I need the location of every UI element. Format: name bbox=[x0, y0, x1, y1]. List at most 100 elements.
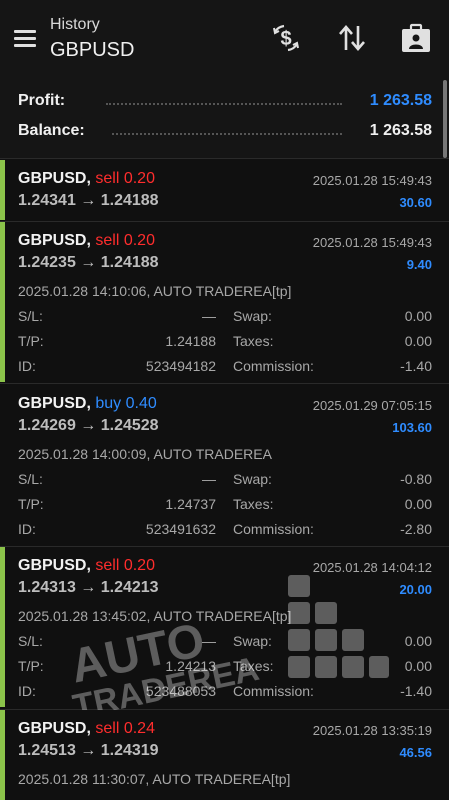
deal-side: sell bbox=[95, 170, 120, 187]
deal-volume: 0.20 bbox=[123, 170, 155, 187]
swap-label: Swap: bbox=[233, 308, 272, 324]
deal-symbol: GBPUSD, bbox=[18, 232, 91, 249]
deal-volume: 0.40 bbox=[125, 395, 157, 412]
header-subtitle: History bbox=[50, 16, 100, 33]
deal-symbol: GBPUSD, bbox=[18, 170, 91, 187]
swap-value: -0.80 bbox=[400, 471, 432, 487]
taxes-label: Taxes: bbox=[233, 496, 274, 512]
deal-comment: 2025.01.28 14:10:06, AUTO TRADEREA[tp] bbox=[18, 283, 292, 299]
tp-value: 1.24213 bbox=[165, 658, 216, 674]
sl-label: S/L: bbox=[18, 471, 43, 487]
deal-profit: 9.40 bbox=[406, 257, 432, 272]
balance-label: Balance: bbox=[18, 122, 85, 139]
taxes-value: 0.00 bbox=[404, 333, 432, 349]
tp-value: 1.24737 bbox=[165, 496, 216, 512]
deal-time: 2025.01.28 15:49:43 bbox=[312, 173, 432, 188]
sl-value: — bbox=[202, 308, 216, 324]
commission-value: -1.40 bbox=[400, 683, 432, 699]
id-value: 523488053 bbox=[145, 683, 216, 699]
deal-prices: 1.24313 → 1.24213 bbox=[18, 579, 159, 596]
deal-profit: 20.00 bbox=[399, 582, 432, 597]
commission-value: -1.40 bbox=[400, 358, 432, 374]
deal-side: buy bbox=[95, 395, 122, 412]
deal-prices: 1.24341 → 1.24188 bbox=[18, 192, 159, 209]
deal-time: 2025.01.28 14:04:12 bbox=[312, 560, 432, 575]
deal-symbol: GBPUSD, bbox=[18, 395, 91, 412]
id-label: ID: bbox=[18, 521, 36, 537]
deal-title: GBPUSD, sell 0.20 bbox=[18, 232, 155, 250]
taxes-label: Taxes: bbox=[233, 333, 274, 349]
deal-profit: 46.56 bbox=[399, 745, 432, 760]
deal-row[interactable]: GBPUSD, sell 0.20 1.24313 → 1.24213 2025… bbox=[0, 547, 449, 707]
deal-symbol: GBPUSD, bbox=[18, 557, 91, 574]
dotted-leader bbox=[106, 103, 342, 105]
deal-title: GBPUSD, sell 0.20 bbox=[18, 557, 155, 575]
swap-value: 0.00 bbox=[404, 308, 432, 324]
tp-label: T/P: bbox=[18, 496, 44, 512]
id-label: ID: bbox=[18, 683, 36, 699]
menu-icon[interactable] bbox=[14, 30, 36, 48]
deal-comment: 2025.01.28 11:30:07, AUTO TRADEREA[tp] bbox=[18, 771, 291, 787]
sl-value: — bbox=[202, 633, 216, 649]
svg-text:$: $ bbox=[280, 28, 291, 50]
commission-label: Commission: bbox=[233, 683, 314, 699]
sort-icon[interactable] bbox=[336, 22, 368, 54]
deal-side: sell bbox=[95, 232, 120, 249]
deal-row[interactable]: GBPUSD, sell 0.24 1.24513 → 1.24319 2025… bbox=[0, 710, 449, 800]
balance-row: Balance: 1 263.58 bbox=[18, 120, 432, 144]
swap-label: Swap: bbox=[233, 471, 272, 487]
currency-exchange-icon[interactable]: $ bbox=[270, 22, 302, 54]
taxes-value: 0.00 bbox=[404, 496, 432, 512]
tp-value: 1.24188 bbox=[165, 333, 216, 349]
deal-status-bar bbox=[0, 547, 5, 707]
tp-label: T/P: bbox=[18, 333, 44, 349]
id-label: ID: bbox=[18, 358, 36, 374]
deal-volume: 0.20 bbox=[123, 232, 155, 249]
deal-title: GBPUSD, sell 0.20 bbox=[18, 170, 155, 188]
deal-volume: 0.24 bbox=[123, 720, 155, 737]
taxes-label: Taxes: bbox=[233, 658, 274, 674]
commission-label: Commission: bbox=[233, 521, 314, 537]
deal-time: 2025.01.28 15:49:43 bbox=[312, 235, 432, 250]
sl-label: S/L: bbox=[18, 308, 43, 324]
dotted-leader bbox=[112, 133, 342, 135]
deal-volume: 0.20 bbox=[123, 557, 155, 574]
deal-status-bar bbox=[0, 710, 5, 800]
deal-time: 2025.01.29 07:05:15 bbox=[312, 398, 432, 413]
deal-profit: 103.60 bbox=[392, 420, 432, 435]
id-value: 523494182 bbox=[145, 358, 216, 374]
deal-prices: 1.24513 → 1.24319 bbox=[18, 742, 159, 759]
app-header: History GBPUSD $ bbox=[0, 0, 449, 80]
account-summary: Profit: 1 263.58 Balance: 1 263.58 bbox=[0, 80, 449, 158]
header-title: GBPUSD bbox=[50, 39, 135, 61]
deal-prices: 1.24269 → 1.24528 bbox=[18, 417, 159, 434]
profit-value: 1 263.58 bbox=[369, 92, 432, 109]
deal-symbol: GBPUSD, bbox=[18, 720, 91, 737]
tp-label: T/P: bbox=[18, 658, 44, 674]
deal-status-bar bbox=[0, 222, 5, 382]
deal-status-bar bbox=[0, 160, 5, 220]
profit-label: Profit: bbox=[18, 92, 66, 109]
deal-comment: 2025.01.28 14:00:09, AUTO TRADEREA bbox=[18, 446, 272, 462]
sl-value: — bbox=[202, 471, 216, 487]
deal-row[interactable]: GBPUSD, buy 0.40 1.24269 → 1.24528 2025.… bbox=[0, 385, 449, 545]
balance-value: 1 263.58 bbox=[369, 122, 432, 139]
taxes-value: 0.00 bbox=[404, 658, 432, 674]
divider bbox=[0, 158, 449, 159]
briefcase-icon[interactable] bbox=[400, 22, 432, 54]
commission-value: -2.80 bbox=[400, 521, 432, 537]
swap-label: Swap: bbox=[233, 633, 272, 649]
scrollbar[interactable] bbox=[443, 80, 447, 158]
profit-row: Profit: 1 263.58 bbox=[18, 90, 432, 114]
deal-row[interactable]: GBPUSD, sell 0.20 1.24341 → 1.24188 2025… bbox=[0, 160, 449, 220]
deal-comment: 2025.01.28 13:45:02, AUTO TRADEREA[tp] bbox=[18, 608, 292, 624]
deal-title: GBPUSD, sell 0.24 bbox=[18, 720, 155, 738]
swap-value: 0.00 bbox=[404, 633, 432, 649]
sl-label: S/L: bbox=[18, 633, 43, 649]
deal-time: 2025.01.28 13:35:19 bbox=[312, 723, 432, 738]
deal-title: GBPUSD, buy 0.40 bbox=[18, 395, 157, 413]
deal-row[interactable]: GBPUSD, sell 0.20 1.24235 → 1.24188 2025… bbox=[0, 222, 449, 382]
deal-side: sell bbox=[95, 720, 120, 737]
commission-label: Commission: bbox=[233, 358, 314, 374]
divider bbox=[0, 383, 449, 384]
